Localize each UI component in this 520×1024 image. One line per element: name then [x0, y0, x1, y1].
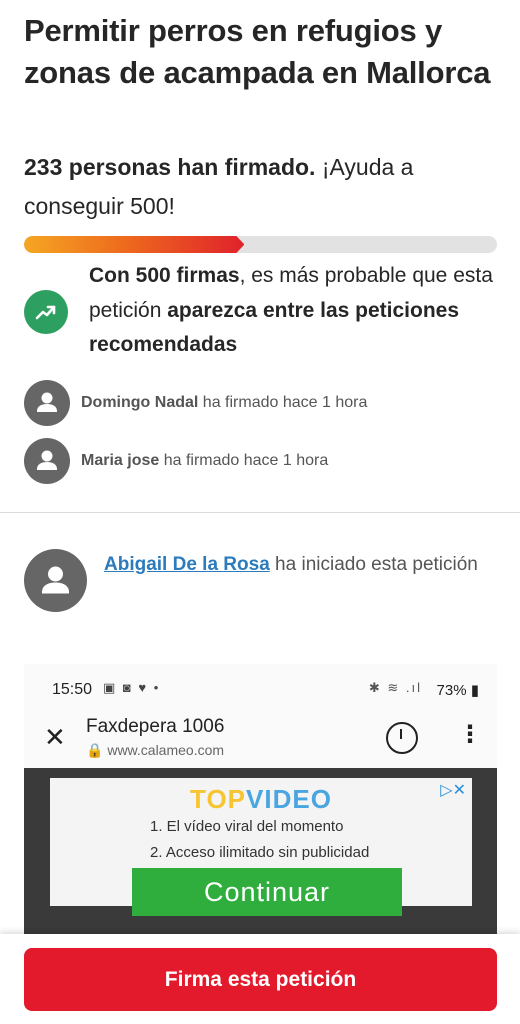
system-icons: ✱ ≋ .ıl [368, 680, 422, 695]
embedded-url: 🔒 www.calameo.com [86, 742, 225, 758]
ad-brand-video: VIDEO [246, 784, 332, 814]
petition-title: Permitir perros en refugios y zonas de a… [24, 13, 491, 90]
more-vert-icon: ⋮ [458, 721, 482, 748]
petition-image: 15:50 ▣ ◙ ♥ • ✱ ≋ .ıl 73% ▮ ✕ Faxdepera … [24, 664, 497, 964]
notification-icons: ▣ ◙ ♥ • [103, 680, 161, 695]
user-avatar-icon [24, 438, 70, 484]
user-avatar-icon [24, 380, 70, 426]
ad-line-1: 1. El vídeo viral del momento [150, 818, 344, 835]
signer-name: Maria jose [81, 452, 160, 469]
signature-progress-bar [24, 236, 497, 253]
embedded-page-title: Faxdepera 1006 [86, 716, 225, 737]
clock-icon [386, 722, 418, 754]
embedded-ad: TOPVIDEO ▷✕ 1. El vídeo viral del moment… [50, 778, 472, 916]
embedded-browser-bar: ✕ Faxdepera 1006 🔒 www.calameo.com ⋮ [24, 714, 497, 768]
ad-continue-button: Continuar [132, 868, 402, 916]
embedded-time: 15:50 [52, 681, 93, 698]
ad-close-icon: ▷✕ [440, 782, 466, 799]
embedded-status-bar: 15:50 ▣ ◙ ♥ • ✱ ≋ .ıl 73% ▮ [24, 664, 497, 714]
battery-level: 73% [436, 682, 467, 699]
close-icon: ✕ [44, 722, 66, 752]
battery-indicator: 73% ▮ [436, 682, 479, 699]
signer-action: ha firmado hace 1 hora [159, 452, 329, 469]
recent-signer: Domingo Nadal ha firmado hace 1 hora [24, 380, 504, 426]
ad-brand-top: TOP [190, 784, 247, 814]
progress-summary: 233 personas han firmado. ¡Ayuda a conse… [24, 148, 504, 226]
signer-text: Domingo Nadal ha firmado hace 1 hora [81, 392, 367, 414]
sticky-footer: Firma esta petición [0, 934, 520, 1024]
signer-action: ha firmado hace 1 hora [198, 394, 368, 411]
starter-action: ha iniciado esta petición [269, 554, 478, 575]
signer-text: Maria jose ha firmado hace 1 hora [81, 450, 328, 472]
signer-name: Domingo Nadal [81, 394, 199, 411]
starter-name-link[interactable]: Abigail De la Rosa [104, 554, 270, 575]
starter-avatar-icon [24, 549, 87, 612]
embedded-url-text: www.calameo.com [107, 742, 225, 758]
recent-signer: Maria jose ha firmado hace 1 hora [24, 438, 504, 484]
trending-up-icon [24, 290, 68, 334]
sign-petition-button[interactable]: Firma esta petición [24, 948, 497, 1011]
signed-count: 233 personas han firmado. [24, 154, 316, 180]
starter-text: Abigail De la Rosa ha iniciado esta peti… [104, 549, 504, 581]
section-divider [0, 512, 520, 513]
progress-fill [24, 236, 244, 253]
ad-line-2: 2. Acceso ilimitado sin publicidad [150, 844, 370, 861]
milestone-message: Con 500 firmas, es más probable que esta… [89, 259, 504, 363]
ad-brand: TOPVIDEO [50, 784, 472, 815]
milestone-bold-1: Con 500 firmas [89, 264, 240, 287]
